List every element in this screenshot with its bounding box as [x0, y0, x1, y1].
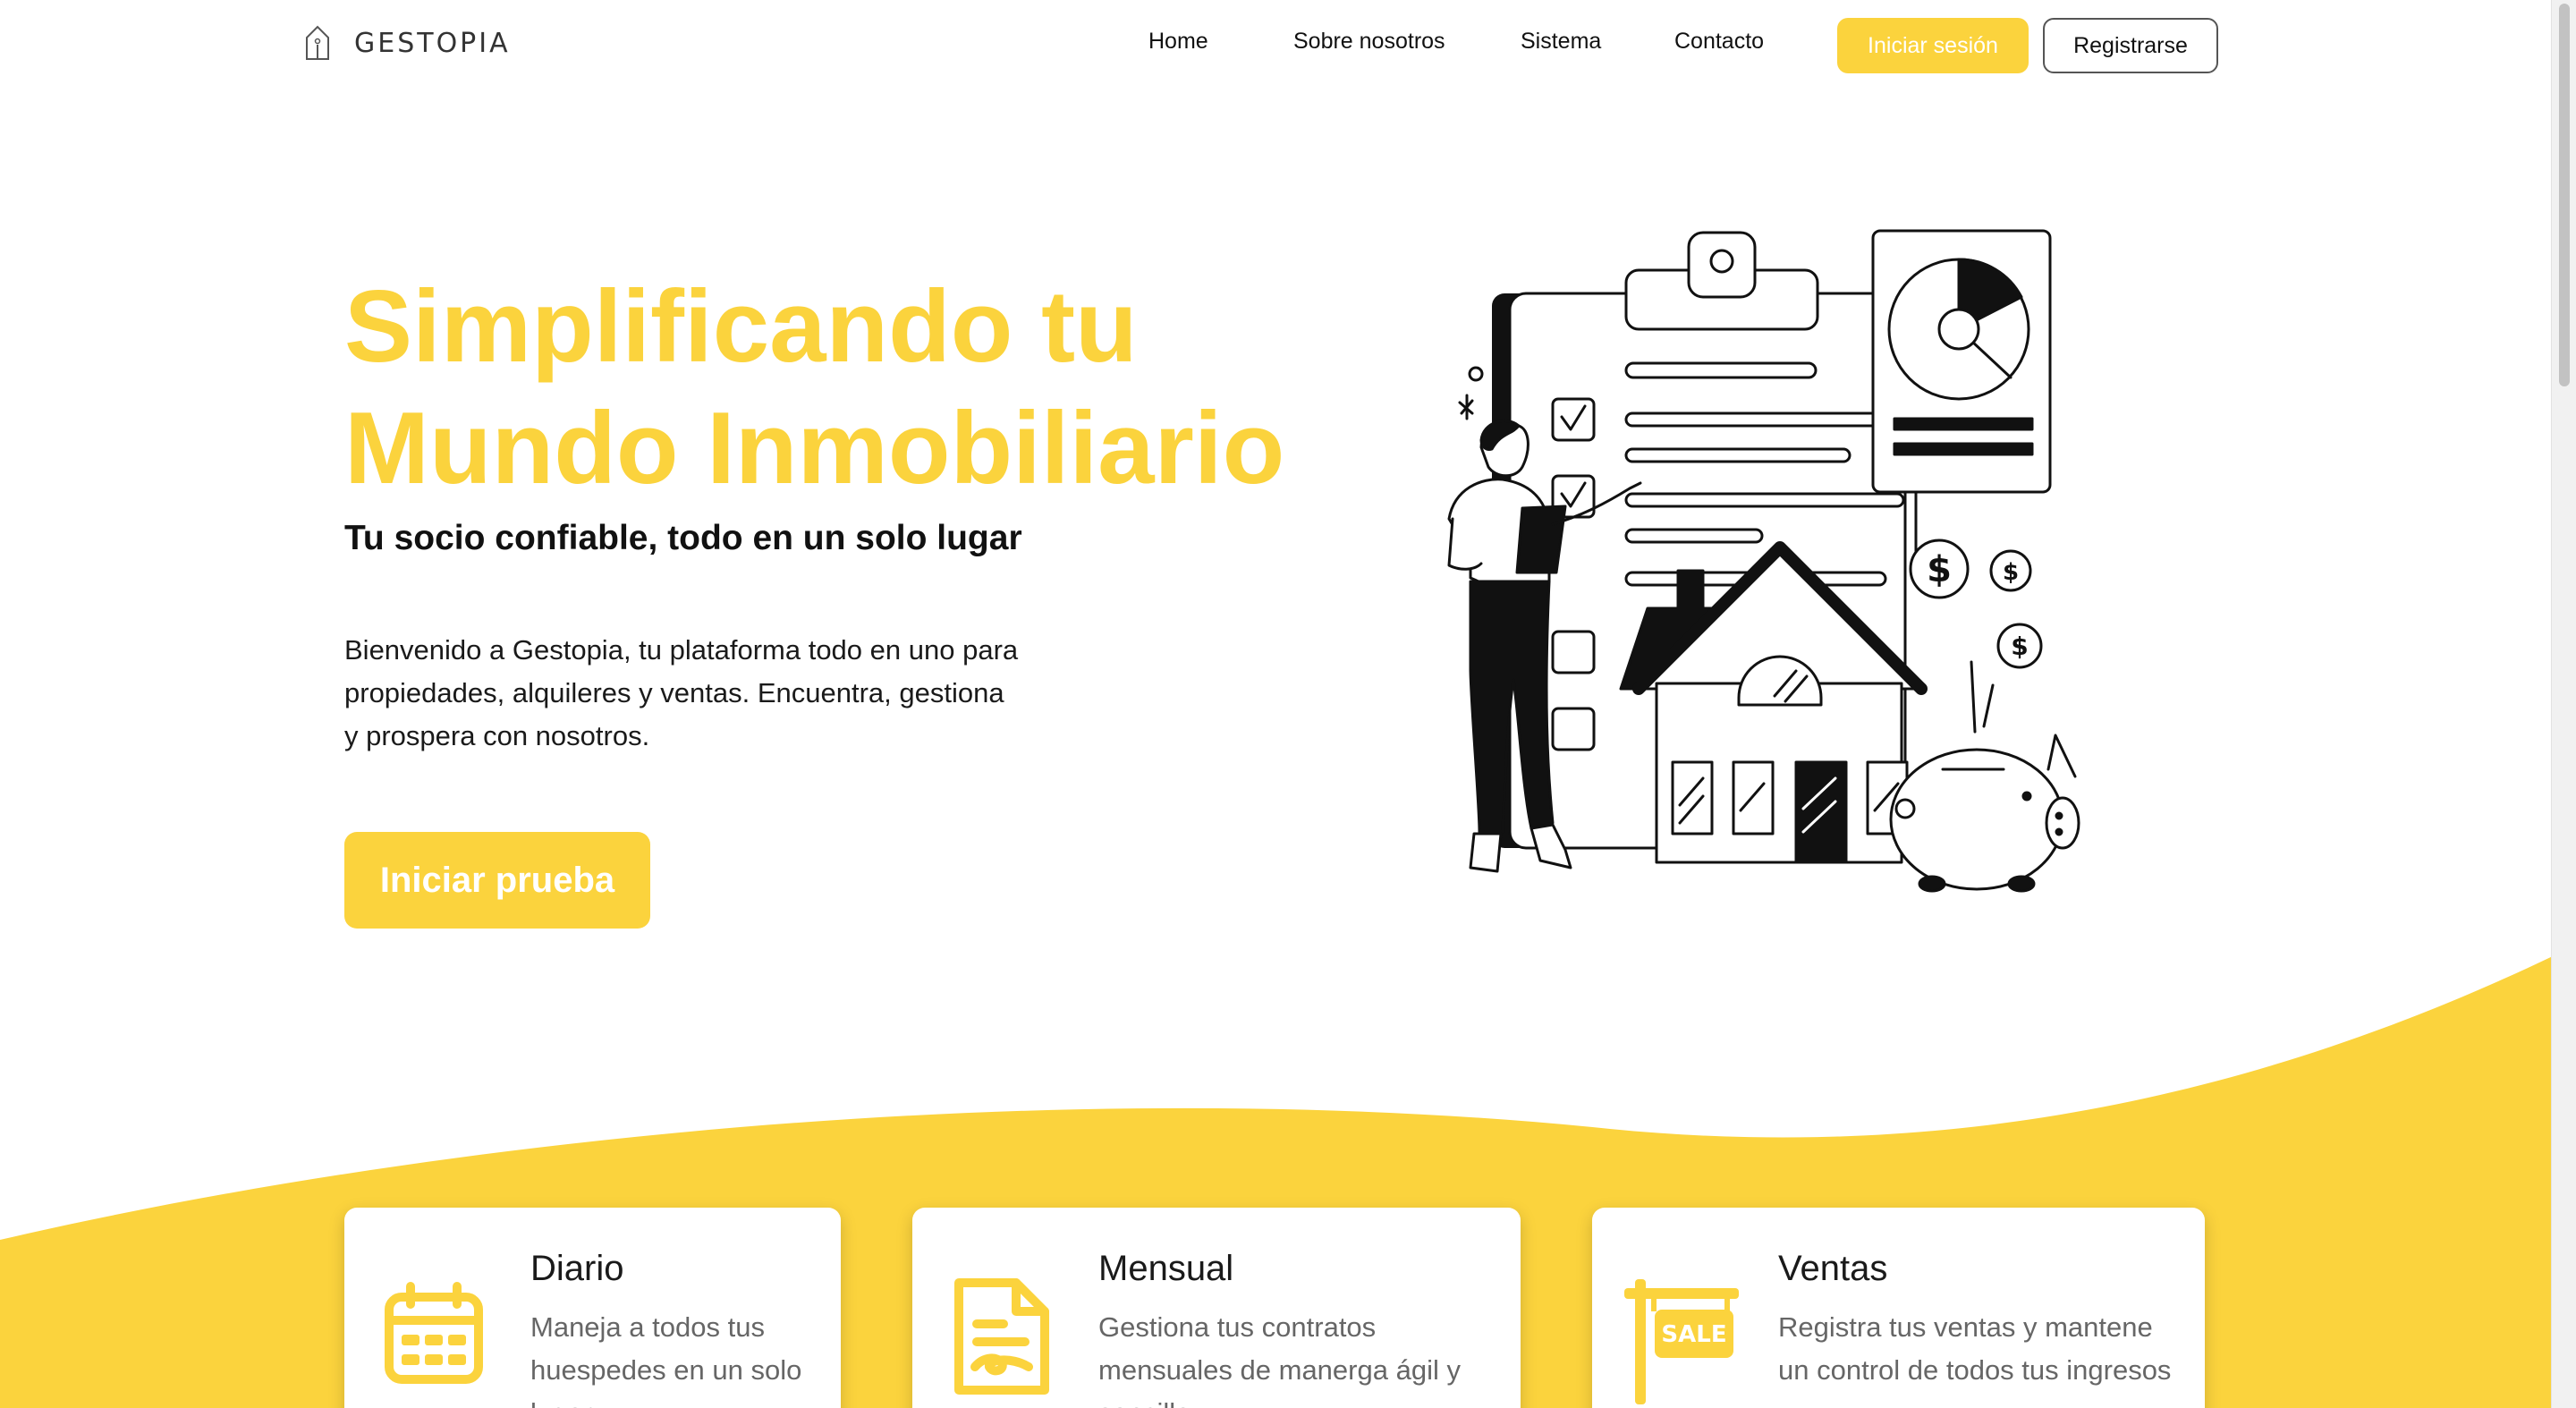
nav-link-sistema[interactable]: Sistema: [1521, 29, 1601, 55]
sale-sign-icon: SALE: [1624, 1279, 1739, 1404]
nav-link-home[interactable]: Home: [1148, 29, 1208, 55]
house-outline-icon: [306, 25, 329, 60]
feature-card-mensual[interactable]: Mensual Gestiona tus contratos mensuales…: [912, 1208, 1521, 1408]
svg-text:SALE: SALE: [1661, 1321, 1726, 1348]
feature-title-ventas: Ventas: [1778, 1249, 1888, 1288]
hero-subtitle: Tu socio confiable, todo en un solo luga…: [344, 519, 1022, 557]
landing-page: GESTOPIA Home Sobre nosotros Sistema Con…: [0, 0, 2576, 1408]
feature-title-diario: Diario: [530, 1249, 624, 1288]
logo[interactable]: GESTOPIA: [302, 23, 511, 63]
real-estate-illustration: $ $ $: [1447, 229, 2080, 893]
feature-card-diario[interactable]: Diario Maneja a todos tus huespedes en u…: [344, 1208, 841, 1408]
hero-description: Bienvenido a Gestopia, tu plataforma tod…: [344, 634, 1019, 751]
feature-card-ventas[interactable]: SALE Ventas Registra tus ventas y manten…: [1592, 1208, 2205, 1408]
nav-link-sobre-nosotros[interactable]: Sobre nosotros: [1293, 29, 1445, 55]
hero-title: Simplificando tu Mundo Inmobiliario: [344, 267, 1328, 510]
feature-desc-diario: Maneja a todos tus huespedes en un solo …: [530, 1311, 802, 1408]
nav-link-contacto[interactable]: Contacto: [1674, 29, 1764, 55]
feature-desc-mensual: Gestiona tus contratos mensuales de mane…: [1098, 1311, 1461, 1408]
feature-title-mensual: Mensual: [1098, 1249, 1234, 1288]
scrollbar-thumb[interactable]: [2559, 4, 2570, 386]
login-button[interactable]: Iniciar sesión: [1837, 18, 2029, 73]
vertical-scrollbar[interactable]: [2551, 0, 2576, 1408]
register-button[interactable]: Registrarse: [2043, 18, 2218, 73]
svg-text:$: $: [2003, 559, 2019, 586]
svg-text:$: $: [2011, 632, 2028, 661]
feature-desc-ventas: Registra tus ventas y mantene un control…: [1778, 1311, 2172, 1386]
contract-document-icon: [954, 1278, 1049, 1395]
hero-title-line1: Simplificando tu: [344, 270, 1138, 384]
hero-title-line2: Mundo Inmobiliario: [344, 392, 1285, 505]
svg-text:$: $: [1927, 549, 1952, 590]
start-trial-button[interactable]: Iniciar prueba: [344, 832, 650, 929]
calendar-icon: [385, 1282, 483, 1384]
brand-name: GESTOPIA: [354, 27, 511, 59]
